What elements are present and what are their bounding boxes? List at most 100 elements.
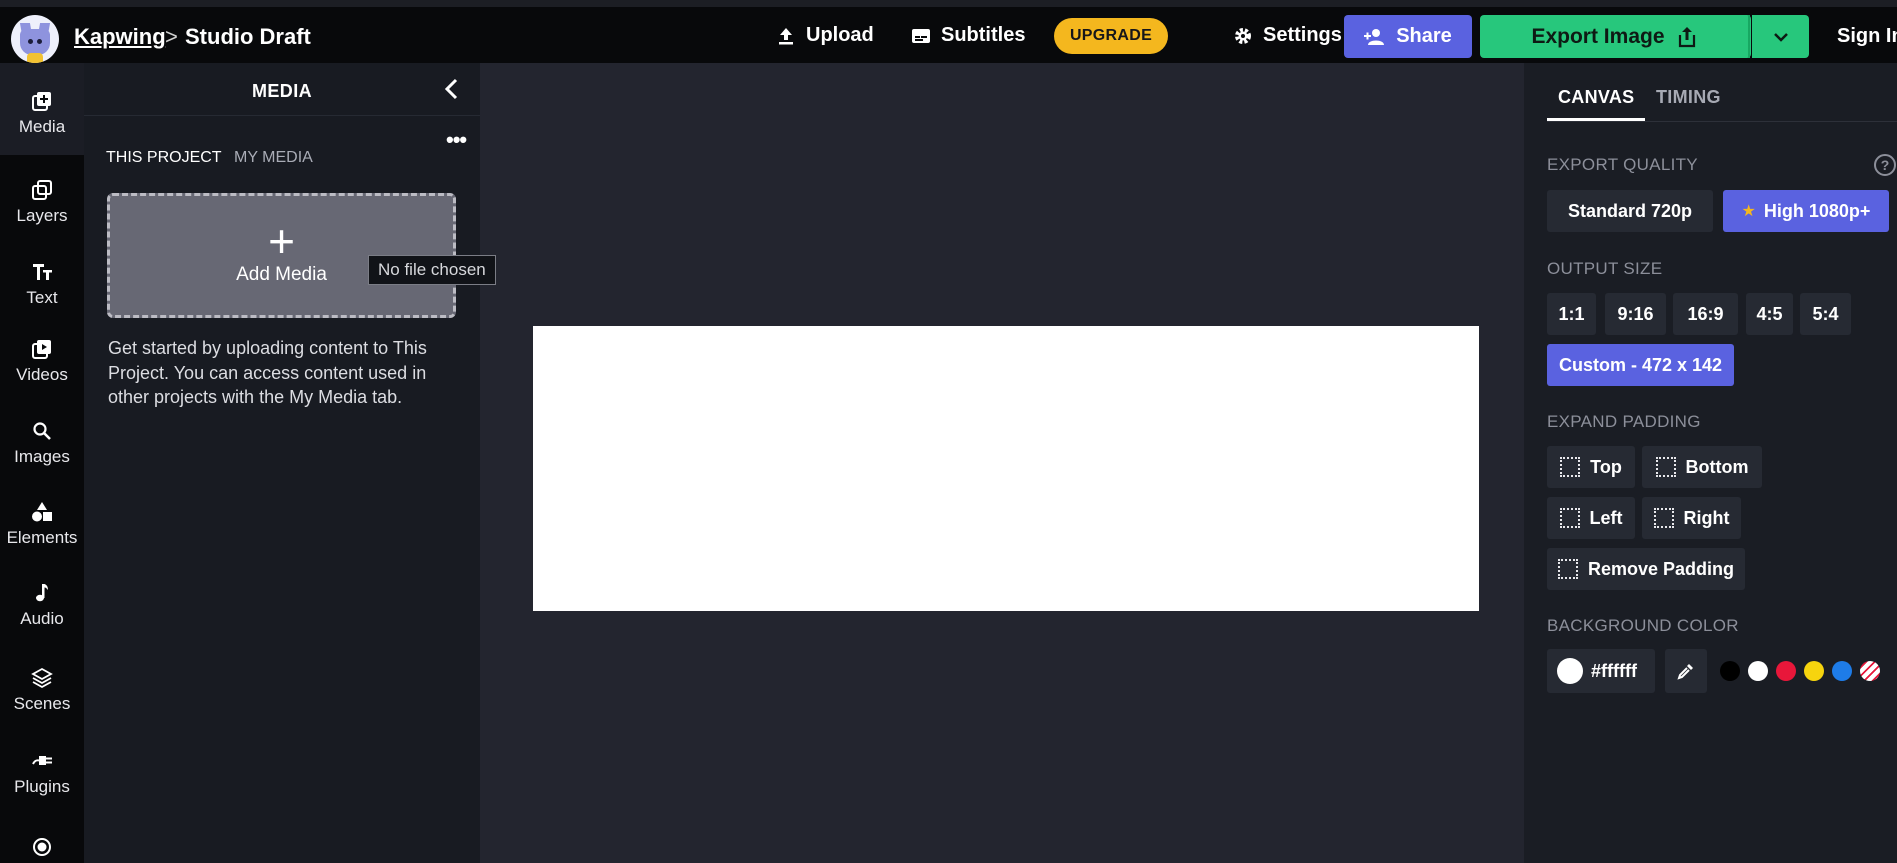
music-note-icon (36, 584, 48, 602)
plus-square-icon (32, 92, 51, 111)
canvas[interactable] (533, 326, 1479, 611)
output-size-heading: OUTPUT SIZE (1547, 259, 1663, 278)
upload-icon (779, 27, 793, 44)
rail-item-scenes[interactable]: Scenes (0, 667, 84, 714)
rail-item-videos[interactable]: Videos (0, 338, 84, 385)
plug-icon (32, 756, 52, 765)
eyedropper-icon (1677, 664, 1693, 680)
padding-bottom-button[interactable]: Bottom (1642, 446, 1762, 488)
text-icon (33, 264, 52, 280)
quality-high-label: High 1080p+ (1763, 200, 1871, 221)
quality-standard-button[interactable]: Standard 720p (1547, 190, 1713, 232)
rail-label: Audio (20, 609, 64, 628)
swatch-transparent[interactable] (1860, 661, 1880, 681)
shapes-icon (32, 502, 52, 522)
rail-label: Images (14, 447, 70, 466)
gear-icon (1235, 27, 1251, 44)
background-color-heading: BACKGROUND COLOR (1547, 616, 1739, 635)
record-icon (33, 838, 51, 856)
layers-icon (32, 180, 52, 200)
star-icon: ★ (1741, 203, 1756, 220)
properties-panel: CANVAS TIMING EXPORT QUALITY ? Standard … (1524, 63, 1897, 863)
padding-top-button[interactable]: Top (1547, 446, 1635, 488)
subtitles-label: Subtitles (941, 24, 1026, 46)
more-options-icon[interactable]: ••• (446, 129, 467, 151)
rail-label: Scenes (13, 694, 71, 713)
size-option-9-16[interactable]: 9:16 (1605, 293, 1666, 335)
share-out-icon (1678, 26, 1695, 47)
share-button[interactable]: Share (1344, 15, 1472, 58)
quality-high-button[interactable]: ★ High 1080p+ (1723, 190, 1889, 232)
stack-icon (31, 667, 53, 689)
padding-bottom-label: Bottom (1685, 456, 1749, 477)
rail-label: Plugins (14, 777, 70, 796)
padding-icon (1559, 508, 1580, 528)
rail-label: Elements (6, 528, 78, 547)
share-label: Share (1396, 25, 1452, 47)
help-icon[interactable]: ? (1874, 154, 1896, 176)
eyedropper-button[interactable] (1665, 649, 1707, 693)
rail-item-text[interactable]: Text (0, 261, 84, 308)
swatch-blue[interactable] (1832, 661, 1852, 681)
padding-icon (1655, 457, 1676, 477)
rail-label: Layers (16, 206, 68, 225)
background-color-value: #ffffff (1591, 660, 1637, 681)
subtitles-icon (912, 28, 930, 43)
video-icon (32, 340, 51, 359)
padding-right-label: Right (1683, 507, 1730, 528)
swatch-black[interactable] (1720, 661, 1740, 681)
rail-item-record[interactable] (0, 836, 84, 863)
expand-padding-heading: EXPAND PADDING (1547, 412, 1701, 431)
subtitles-button[interactable]: Subtitles (911, 24, 1025, 47)
padding-icon (1653, 508, 1674, 528)
export-quality-heading: EXPORT QUALITY (1547, 155, 1698, 174)
padding-top-label: Top (1590, 456, 1622, 477)
media-panel-header: MEDIA (84, 63, 480, 116)
sign-in-link[interactable]: Sign In (1837, 25, 1897, 48)
settings-label: Settings (1263, 24, 1342, 46)
rail-item-images[interactable]: Images (0, 420, 84, 467)
padding-right-button[interactable]: Right (1642, 497, 1741, 539)
size-option-4-5[interactable]: 4:5 (1746, 293, 1793, 335)
tab-divider (1547, 121, 1897, 122)
size-option-custom[interactable]: Custom - 472 x 142 (1547, 344, 1734, 386)
rail-item-plugins[interactable]: Plugins (0, 750, 84, 797)
rail-item-media[interactable]: Media (0, 63, 84, 155)
padding-left-button[interactable]: Left (1547, 497, 1635, 539)
search-icon (33, 422, 51, 440)
tab-canvas[interactable]: CANVAS (1558, 87, 1634, 108)
tab-this-project[interactable]: THIS PROJECT (106, 149, 222, 167)
project-title[interactable]: Studio Draft (185, 24, 311, 50)
rail-item-layers[interactable]: Layers (0, 179, 84, 226)
breadcrumb-home[interactable]: Kapwing (74, 24, 166, 50)
top-bar: Kapwing > Studio Draft Upload Subtitles … (0, 0, 1897, 63)
kapwing-logo[interactable] (11, 15, 59, 63)
padding-left-label: Left (1589, 507, 1623, 528)
export-dropdown-button[interactable] (1752, 15, 1809, 58)
background-color-input[interactable]: #ffffff (1547, 649, 1655, 693)
tool-rail: Media Layers Text Videos Images Elements… (0, 63, 84, 863)
tab-my-media[interactable]: MY MEDIA (234, 149, 313, 167)
size-option-16-9[interactable]: 16:9 (1673, 293, 1738, 335)
export-button[interactable]: Export Image (1480, 15, 1751, 58)
upload-button[interactable]: Upload (776, 24, 874, 47)
file-tooltip: No file chosen (368, 255, 496, 285)
remove-padding-button[interactable]: Remove Padding (1547, 548, 1745, 590)
settings-button[interactable]: Settings (1233, 24, 1342, 47)
upgrade-button[interactable]: UPGRADE (1054, 18, 1168, 54)
swatch-white[interactable] (1748, 661, 1768, 681)
tab-timing[interactable]: TIMING (1656, 87, 1721, 108)
breadcrumb-separator: > (165, 24, 178, 49)
export-label: Export Image (1531, 24, 1665, 48)
rail-label: Videos (16, 365, 68, 384)
rail-item-audio[interactable]: Audio (0, 582, 84, 629)
size-option-1-1[interactable]: 1:1 (1547, 293, 1596, 335)
size-option-5-4[interactable]: 5:4 (1800, 293, 1851, 335)
padding-icon (1557, 559, 1578, 579)
swatch-red[interactable] (1776, 661, 1796, 681)
rail-label: Text (26, 288, 58, 307)
swatch-yellow[interactable] (1804, 661, 1824, 681)
rail-item-elements[interactable]: Elements (0, 501, 84, 548)
padding-icon (1560, 457, 1581, 477)
chevron-left-icon[interactable] (440, 77, 464, 101)
